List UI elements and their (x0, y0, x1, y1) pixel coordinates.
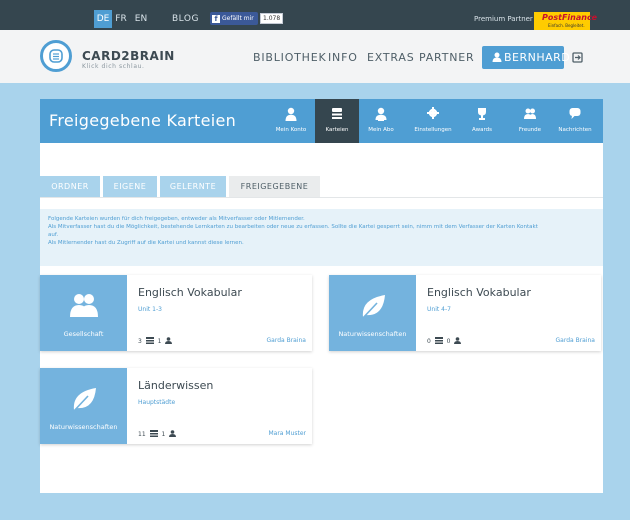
tab-gelernte[interactable]: GELERNTE (160, 176, 226, 197)
category-panel (40, 275, 127, 351)
category-label: Gesellschaft (63, 330, 104, 338)
banner-nav-label: Nachrichten (558, 127, 592, 133)
deck-subtitle: Unit 1-3 (138, 306, 162, 313)
info-line: Folgende Karteien wurden für dich freige… (48, 216, 305, 222)
banner-nav-einstellungen[interactable]: Einstellungen (411, 99, 455, 143)
footer-band (0, 493, 630, 520)
brand-slogan: Klick dich schlau. (82, 63, 145, 70)
main-content: ORDNER EIGENE GELERNTE FREIGEGEBENE Folg… (40, 143, 603, 493)
facebook-like-label: Gefällt mir (222, 15, 254, 22)
nav-bibliothek[interactable]: BIBLIOTHEK (253, 51, 327, 64)
page-title: Freigegebene Karteien (49, 111, 237, 130)
category-label: Naturwissenschaften (49, 423, 118, 431)
postfinance-tagline: Einfach. Begleitet. (548, 23, 585, 28)
category-label: Naturwissenschaften (338, 330, 407, 338)
users-count: 1 (161, 431, 166, 438)
brand-name[interactable]: CARD2BRAIN (82, 49, 175, 63)
deck-card[interactable]: Naturwissenschaften Englisch Vokabular U… (329, 275, 601, 351)
banner-nav-awards[interactable]: Awards (460, 99, 504, 143)
user-icon (165, 337, 173, 344)
deck-title[interactable]: Länderwissen (138, 379, 213, 392)
banner-nav-nachrichten[interactable]: Nachrichten (553, 99, 597, 143)
trophy-icon (478, 108, 486, 120)
user-icon (169, 430, 177, 437)
user-menu-button[interactable]: BERNHARD (482, 46, 570, 69)
lang-fr[interactable]: FR (114, 10, 128, 28)
info-box: Folgende Karteien wurden für dich freige… (40, 209, 603, 266)
deck-subtitle: Hauptstädte (138, 399, 176, 406)
nav-info[interactable]: INFO (328, 51, 358, 64)
banner-nav-label: Mein Abo (368, 127, 394, 133)
banner-nav-mein-abo[interactable]: Mein Abo (359, 99, 403, 143)
site-header: CARD2BRAIN Klick dich schlau. BIBLIOTHEK… (0, 30, 630, 83)
friends-icon (524, 108, 536, 119)
facebook-like-count: 1.078 (260, 13, 284, 24)
users-count: 0 (446, 338, 451, 345)
info-line: Als Mitverfasser hast du die Möglichkeit… (48, 224, 538, 230)
leaf-icon (361, 295, 385, 319)
cards-count: 3 (138, 338, 142, 345)
message-icon (569, 108, 581, 119)
banner-nav-karteien[interactable]: Karteien (315, 99, 359, 143)
banner-nav-freunde[interactable]: Freunde (508, 99, 552, 143)
info-line: Als Mitlernender hast du Zugriff auf die… (48, 240, 244, 246)
cards-icon (434, 337, 443, 344)
nav-partner[interactable]: PARTNER (419, 51, 474, 64)
deck-card[interactable]: Gesellschaft Englisch Vokabular Unit 1-3… (40, 275, 312, 351)
deck-author[interactable]: Garda Braina (556, 337, 596, 345)
tab-divider (40, 197, 603, 198)
category-panel (329, 275, 416, 351)
cards-icon (332, 108, 342, 119)
info-line: auf. (48, 232, 59, 238)
leaf-icon (72, 388, 96, 412)
deck-author[interactable]: Garda Braina (267, 337, 307, 345)
deck-title[interactable]: Englisch Vokabular (427, 286, 531, 299)
tab-eigene[interactable]: EIGENE (103, 176, 157, 197)
cards-icon (149, 430, 158, 437)
tab-ordner[interactable]: ORDNER (40, 176, 100, 197)
lang-en[interactable]: EN (133, 10, 149, 28)
top-bar: DE FR EN BLOG f Gefällt mir 1.078 Premium… (0, 0, 630, 30)
category-panel (40, 368, 127, 444)
user-icon (454, 337, 462, 344)
user-icon (492, 52, 502, 62)
deck-card[interactable]: Naturwissenschaften Länderwissen Hauptst… (40, 368, 312, 444)
subscription-icon (375, 107, 387, 121)
nav-extras[interactable]: EXTRAS (367, 51, 415, 64)
deck-stats: 0 0 (427, 337, 463, 345)
logout-icon[interactable] (572, 52, 583, 63)
gear-icon (427, 107, 439, 119)
deck-stats: 11 1 (138, 430, 178, 438)
postfinance-logo[interactable]: PostFinance Einfach. Begleitet. (534, 12, 597, 30)
deck-subtitle: Unit 4-7 (427, 306, 451, 313)
users-count: 1 (157, 338, 162, 345)
user-icon (285, 107, 297, 121)
deck-author[interactable]: Mara Muster (268, 430, 306, 438)
premium-partner-label: Premium Partner (474, 15, 533, 23)
tab-freigegebene[interactable]: FREIGEGEBENE (229, 176, 320, 197)
deck-stats: 3 1 (138, 337, 174, 345)
cards-count: 11 (138, 431, 146, 438)
people-icon (70, 294, 98, 317)
section-banner: Freigegebene Karteien Mein Konto Karteie… (40, 99, 603, 143)
cards-count: 0 (427, 338, 431, 345)
blog-link[interactable]: BLOG (172, 10, 199, 28)
facebook-like-button[interactable]: f Gefällt mir (210, 12, 258, 25)
banner-nav-mein-konto[interactable]: Mein Konto (269, 99, 313, 143)
user-name: BERNHARD (504, 51, 571, 64)
brain-logo-icon[interactable] (40, 40, 72, 72)
facebook-icon: f (212, 14, 220, 23)
postfinance-wordmark: PostFinance (542, 13, 598, 22)
lang-de[interactable]: DE (94, 10, 112, 28)
cards-icon (145, 337, 154, 344)
deck-title[interactable]: Englisch Vokabular (138, 286, 242, 299)
